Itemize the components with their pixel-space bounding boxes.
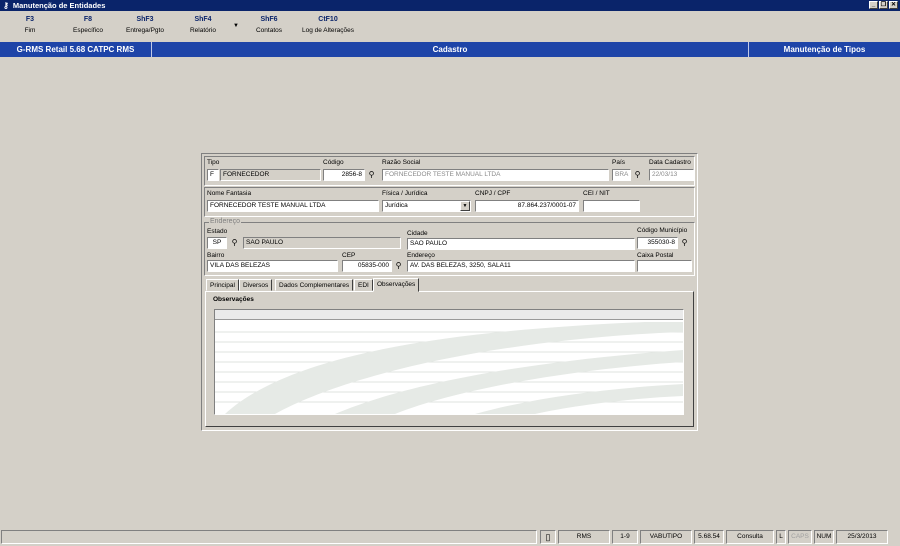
endereco-field[interactable]: AV. DAS BELEZAS, 3250, SALA11 <box>407 260 635 272</box>
binoculars-search-icon[interactable]: ⚲ <box>679 237 690 249</box>
status-version: 5.68.54 <box>694 530 724 544</box>
restore-button[interactable]: ❐ <box>879 1 888 9</box>
cep-label: CEP <box>342 252 356 259</box>
minimize-button[interactable]: _ <box>869 1 878 9</box>
toolbar-relatorio-button[interactable]: ShF4 Relatório <box>186 16 220 34</box>
toolbar-contatos-button[interactable]: ShF6 Contatos <box>252 16 286 34</box>
clipboard-icon[interactable]: ▯ <box>540 530 556 544</box>
toolbar-key: ShF4 <box>194 16 212 23</box>
status-page: 1-9 <box>612 530 638 544</box>
status-database: RMS <box>558 530 610 544</box>
estado-uf-field[interactable]: SP <box>207 237 227 249</box>
entity-form-panel: Tipo F FORNECEDOR Código 2856-8 ⚲ Razão … <box>201 153 698 431</box>
status-program: VABUTIPO <box>640 530 692 544</box>
binoculars-search-icon[interactable]: ⚲ <box>393 260 404 272</box>
bairro-label: Bairro <box>207 252 225 259</box>
status-bar: ▯ RMS 1-9 VABUTIPO 5.68.54 Consulta L CA… <box>0 529 900 546</box>
tab-principal[interactable]: Principal <box>206 279 239 291</box>
toolbar-label: Log de Alterações <box>301 27 355 34</box>
binoculars-search-icon[interactable]: ⚲ <box>366 169 377 181</box>
nome-fantasia-label: Nome Fantasia <box>207 190 252 197</box>
toolbar-label: Fim <box>24 27 36 34</box>
identification-group: Tipo F FORNECEDOR Código 2856-8 ⚲ Razão … <box>204 156 695 186</box>
observacoes-tab-panel: Observações <box>205 291 694 427</box>
toolbar-label: Relatório <box>189 27 216 34</box>
toolbar-fim-button[interactable]: F3 Fim <box>22 16 38 34</box>
status-mode: Consulta <box>726 530 774 544</box>
toolbar-label: Contatos <box>255 27 283 34</box>
fisica-juridica-label: Física / Jurídica <box>382 190 428 197</box>
tipo-description-field: FORNECEDOR <box>220 169 321 181</box>
toolbar-key: CtF10 <box>318 16 338 23</box>
relatorio-dropdown-arrow-icon[interactable]: ▼ <box>233 23 239 29</box>
status-date: 25/3/2013 <box>836 530 888 544</box>
toolbar-label: Específico <box>73 27 103 34</box>
window-title: Manutenção de Entidades <box>12 1 106 10</box>
fisica-juridica-select[interactable]: Jurídica <box>382 200 471 212</box>
caixa-postal-field[interactable] <box>637 260 692 272</box>
data-cadastro-label: Data Cadastro <box>649 159 691 166</box>
caixa-postal-label: Caixa Postal <box>637 252 674 259</box>
status-l: L <box>776 530 786 544</box>
pais-label: País <box>612 159 626 166</box>
nome-fantasia-field[interactable]: FORNECEDOR TESTE MANUAL LTDA <box>207 200 379 212</box>
function-key-toolbar: F3 Fim F8 Específico ShF3 Entrega/Pgto S… <box>0 12 900 41</box>
razao-social-field[interactable]: FORNECEDOR TESTE MANUAL LTDA <box>382 169 609 181</box>
tab-dados-complementares[interactable]: Dados Complementares <box>275 279 354 291</box>
header-band: G-RMS Retail 5.68 CATPC RMS Cadastro Man… <box>0 42 900 57</box>
status-caps: CAPS <box>788 530 812 544</box>
module-title: Manutenção de Tipos <box>783 45 866 54</box>
tipo-label: Tipo <box>207 159 220 166</box>
system-name: G-RMS Retail 5.68 CATPC RMS <box>16 45 135 54</box>
tab-diversos[interactable]: Diversos <box>239 279 273 291</box>
toolbar-entrega-button[interactable]: ShF3 Entrega/Pgto <box>122 16 168 34</box>
toolbar-key: F8 <box>83 16 93 23</box>
pais-field[interactable]: BRA <box>612 169 631 181</box>
cei-nit-label: CEI / NIT <box>583 190 610 197</box>
close-button[interactable]: ✕ <box>889 1 898 9</box>
address-group: Endereço Estado SP ⚲ SAO PAULO Cidade SA… <box>204 218 695 276</box>
binoculars-search-icon[interactable]: ⚲ <box>229 237 240 249</box>
codigo-label: Código <box>323 159 344 166</box>
screen-title: Cadastro <box>432 45 468 54</box>
cidade-field[interactable]: SAO PAULO <box>407 238 635 250</box>
cnpj-label: CNPJ / CPF <box>475 190 511 197</box>
binoculars-search-icon[interactable]: ⚲ <box>632 169 643 181</box>
fantasia-group: Nome Fantasia FORNECEDOR TESTE MANUAL LT… <box>204 187 695 217</box>
toolbar-log-button[interactable]: CtF10 Log de Alterações <box>299 16 357 34</box>
status-message-area <box>1 530 537 544</box>
cep-field[interactable]: 05835-000 <box>342 260 392 272</box>
cnpj-field[interactable]: 87.864.237/0001-07 <box>475 200 579 212</box>
toolbar-key: F3 <box>25 16 35 23</box>
observacoes-label: Observações <box>213 296 254 303</box>
cei-nit-field[interactable] <box>583 200 640 212</box>
toolbar-key: ShF3 <box>136 16 154 23</box>
endereco-label: Endereço <box>407 252 435 259</box>
razao-social-label: Razão Social <box>382 159 421 166</box>
bairro-field[interactable]: VILA DAS BELEZAS <box>207 260 338 272</box>
chevron-down-icon[interactable]: ▼ <box>460 201 470 211</box>
estado-name-field: SAO PAULO <box>243 237 401 249</box>
status-num: NUM <box>814 530 834 544</box>
tipo-code-field[interactable]: F <box>207 169 219 181</box>
window-title-bar: ⚷ Manutenção de Entidades _ ❐ ✕ <box>0 0 900 11</box>
cidade-label: Cidade <box>407 230 428 237</box>
tab-observacoes[interactable]: Observações <box>373 278 420 292</box>
endereco-legend: Endereço <box>209 218 241 225</box>
codigo-municipio-field[interactable]: 355030-8 <box>637 237 678 249</box>
observacoes-textarea[interactable] <box>214 309 684 415</box>
estado-label: Estado <box>207 228 228 235</box>
toolbar-especifico-button[interactable]: F8 Específico <box>70 16 106 34</box>
codigo-municipio-label: Código Município <box>637 227 688 234</box>
toolbar-key: ShF6 <box>260 16 278 23</box>
toolbar-label: Entrega/Pgto <box>126 27 164 34</box>
codigo-field[interactable]: 2856-8 <box>323 169 365 181</box>
tab-edi[interactable]: EDI <box>354 279 373 291</box>
data-cadastro-field[interactable]: 22/03/13 <box>649 169 694 181</box>
key-icon: ⚷ <box>3 1 9 10</box>
